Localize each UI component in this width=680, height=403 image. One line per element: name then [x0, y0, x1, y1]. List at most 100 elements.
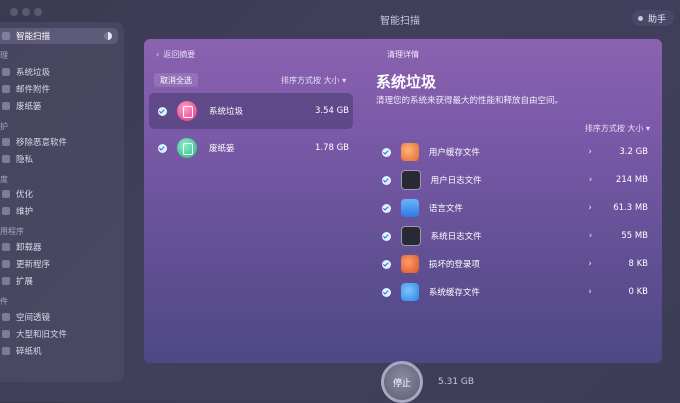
- sidebar-item-label: 空间透镜: [16, 313, 51, 323]
- extensions-icon: [2, 277, 10, 285]
- checkbox-checked-icon[interactable]: [382, 231, 391, 241]
- sidebar-item-privacy[interactable]: 隐私: [0, 151, 124, 167]
- privacy-icon: [2, 155, 10, 163]
- category-name: 系统垃圾: [209, 107, 244, 117]
- system-junk-icon: [177, 101, 197, 121]
- language-files-icon: [400, 199, 419, 217]
- assistant-button[interactable]: 助手: [631, 10, 674, 26]
- junk-row-user-logs[interactable]: 用户日志文件 › 214 MB: [382, 168, 648, 192]
- sidebar-item-label: 邮件附件: [16, 85, 51, 95]
- row-size: 214 MB: [615, 175, 648, 185]
- sidebar-item-mail-attachments[interactable]: 邮件附件: [0, 81, 124, 97]
- chevron-right-icon[interactable]: ›: [588, 287, 608, 297]
- assistant-label: 助手: [647, 14, 666, 25]
- broken-login-icon: [400, 255, 419, 273]
- sidebar-item-label: 废纸篓: [16, 102, 42, 112]
- sort-by-size-dropdown[interactable]: 排序方式按 大小 ▾: [281, 75, 346, 86]
- sort-by-size-dropdown[interactable]: 排序方式按 大小 ▾: [585, 123, 650, 134]
- sidebar-item-label: 大型和旧文件: [16, 330, 68, 340]
- sidebar-section-header: 度: [0, 175, 8, 184]
- maintenance-icon: [2, 207, 10, 215]
- sidebar-section-header: 件: [0, 297, 8, 306]
- sidebar-item-space-lens[interactable]: 空间透镜: [0, 309, 124, 325]
- panel-title: 清理详情: [387, 50, 419, 59]
- junk-row-broken-login-items[interactable]: 损坏的登录项 › 8 KB: [382, 252, 648, 276]
- row-size: 61.3 MB: [613, 203, 649, 213]
- scan-progress-icon: [104, 32, 112, 40]
- sidebar-item-uninstaller[interactable]: 卸载器: [0, 239, 124, 255]
- checkbox-checked-icon[interactable]: [158, 143, 167, 153]
- checkbox-checked-icon[interactable]: [382, 287, 391, 297]
- sidebar-item-label: 碎纸机: [16, 347, 42, 357]
- sidebar: 智能扫描 理 系统垃圾 邮件附件 废纸篓 护 移除恶意软件 隐私 度 优化 维护…: [0, 22, 124, 382]
- space-lens-icon: [2, 313, 10, 321]
- smart-scan-icon: [2, 32, 10, 40]
- category-size: 1.78 GB: [314, 143, 349, 153]
- checkbox-checked-icon[interactable]: [382, 175, 391, 185]
- row-name: 系统日志文件: [430, 232, 482, 242]
- category-name: 废纸篓: [209, 144, 235, 154]
- large-old-files-icon: [2, 330, 10, 338]
- junk-row-language-files[interactable]: 语言文件 › 61.3 MB: [382, 196, 648, 220]
- sidebar-section-header: 理: [0, 51, 8, 60]
- row-name: 损坏的登录项: [428, 260, 480, 270]
- detail-title: 系统垃圾: [376, 73, 437, 91]
- category-size: 3.54 GB: [314, 106, 349, 116]
- uninstaller-icon: [2, 243, 10, 251]
- sidebar-item-label: 卸载器: [16, 243, 42, 253]
- sidebar-item-label: 隐私: [16, 155, 34, 165]
- user-cache-icon: [400, 143, 419, 161]
- chevron-right-icon[interactable]: ›: [588, 259, 608, 269]
- detail-description: 清理您的系统来获得最大的性能和释放自由空间。: [376, 96, 564, 106]
- system-cache-icon: [400, 283, 419, 301]
- cleanup-details-panel: ‹ 返回摘要 清理详情 取消全选 排序方式按 大小 ▾ 系统垃圾 3.54 GB…: [144, 39, 662, 363]
- optimization-icon: [2, 190, 10, 198]
- chevron-right-icon[interactable]: ›: [589, 175, 609, 185]
- sidebar-item-extensions[interactable]: 扩展: [0, 273, 124, 289]
- checkbox-checked-icon[interactable]: [382, 147, 391, 157]
- trash-icon: [2, 102, 10, 110]
- sidebar-item-maintenance[interactable]: 维护: [0, 203, 124, 219]
- mail-attachments-icon: [2, 85, 10, 93]
- sidebar-item-label: 系统垃圾: [16, 68, 51, 78]
- sidebar-item-shredder[interactable]: 碎纸机: [0, 343, 124, 359]
- updater-icon: [2, 260, 10, 268]
- sidebar-item-system-junk[interactable]: 系统垃圾: [0, 64, 124, 80]
- sidebar-item-malware-removal[interactable]: 移除恶意软件: [0, 134, 124, 150]
- total-size: 5.31 GB: [438, 377, 475, 387]
- malware-removal-icon: [2, 138, 10, 146]
- junk-row-system-cache[interactable]: 系统缓存文件 › 0 KB: [382, 280, 648, 304]
- sidebar-section-header: 护: [0, 122, 8, 131]
- sidebar-item-label: 优化: [16, 190, 34, 200]
- sidebar-item-updater[interactable]: 更新程序: [0, 256, 124, 272]
- chevron-right-icon[interactable]: ›: [588, 147, 608, 157]
- chevron-right-icon[interactable]: ›: [589, 231, 609, 241]
- row-name: 用户缓存文件: [428, 148, 480, 158]
- sidebar-item-trash[interactable]: 废纸篓: [0, 98, 124, 114]
- shredder-icon: [2, 347, 10, 355]
- chevron-right-icon[interactable]: ›: [588, 203, 608, 213]
- deselect-all-button[interactable]: 取消全选: [154, 73, 198, 87]
- user-log-icon: [400, 170, 421, 190]
- sidebar-item-optimization[interactable]: 优化: [0, 186, 124, 202]
- row-size: 8 KB: [628, 259, 649, 269]
- junk-row-system-logs[interactable]: 系统日志文件 › 55 MB: [382, 224, 648, 248]
- category-item-system-junk[interactable]: 系统垃圾 3.54 GB: [149, 93, 353, 129]
- junk-row-user-cache[interactable]: 用户缓存文件 › 3.2 GB: [382, 140, 648, 164]
- row-name: 语言文件: [428, 204, 463, 214]
- sidebar-item-label: 移除恶意软件: [16, 138, 68, 148]
- sidebar-section-header: 用程序: [0, 227, 24, 236]
- sidebar-item-smart-scan[interactable]: 智能扫描: [0, 28, 118, 44]
- row-size: 0 KB: [628, 287, 649, 297]
- sidebar-item-label: 扩展: [16, 277, 34, 287]
- checkbox-checked-icon[interactable]: [382, 203, 391, 213]
- checkbox-checked-icon[interactable]: [158, 106, 167, 116]
- checkbox-checked-icon[interactable]: [382, 259, 391, 269]
- sidebar-item-label: 更新程序: [16, 260, 51, 270]
- system-junk-icon: [2, 68, 10, 76]
- sidebar-item-large-old-files[interactable]: 大型和旧文件: [0, 326, 124, 342]
- row-size: 3.2 GB: [619, 147, 649, 157]
- sidebar-item-label: 智能扫描: [16, 32, 51, 42]
- stop-button[interactable]: 停止: [381, 361, 423, 403]
- category-item-trash[interactable]: 废纸篓 1.78 GB: [149, 130, 353, 166]
